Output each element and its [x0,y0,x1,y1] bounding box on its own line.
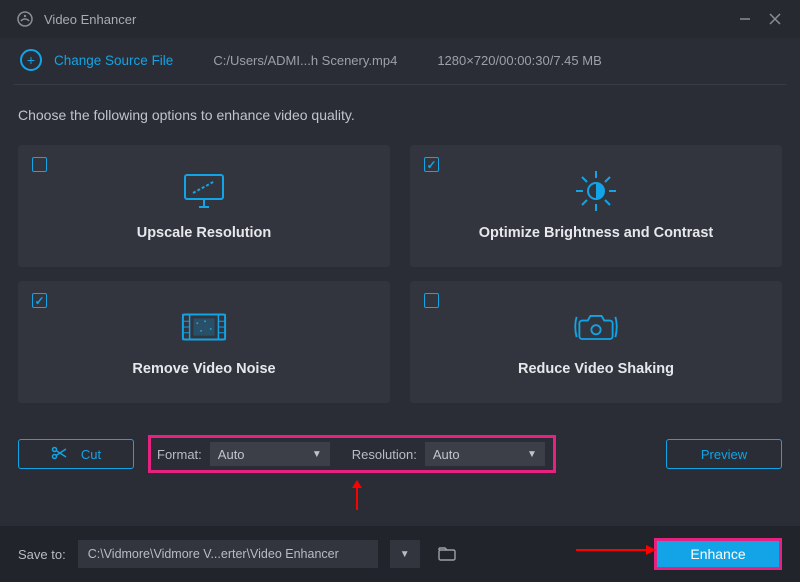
enhance-label: Enhance [690,546,745,562]
resolution-label: Resolution: [352,447,417,462]
card-label: Upscale Resolution [137,225,272,241]
resolution-select[interactable]: Auto ▼ [425,442,545,466]
checkbox-upscale[interactable] [32,157,47,172]
camera-shake-icon [572,307,620,347]
preview-button[interactable]: Preview [666,439,782,469]
format-select[interactable]: Auto ▼ [210,442,330,466]
card-reduce-shaking[interactable]: Reduce Video Shaking [410,281,782,403]
scissors-icon [51,446,67,463]
preview-label: Preview [701,447,747,462]
card-brightness-contrast[interactable]: Optimize Brightness and Contrast [410,145,782,267]
resolution-value: Auto [433,447,460,462]
monitor-icon [180,171,228,211]
save-path-value: C:\Vidmore\Vidmore V...erter\Video Enhan… [88,547,339,561]
chevron-down-icon: ▼ [400,549,410,560]
app-icon [16,10,34,28]
annotation-arrow-1 [350,480,364,510]
content-area: Choose the following options to enhance … [0,85,800,413]
cut-button[interactable]: Cut [18,439,134,469]
browse-folder-button[interactable] [432,540,462,568]
source-file-info: 1280×720/00:00:30/7.45 MB [437,53,601,68]
close-button[interactable] [760,4,790,34]
checkbox-brightness[interactable] [424,157,439,172]
controls-row: Cut Format: Auto ▼ Resolution: Auto ▼ Pr… [0,413,800,479]
format-resolution-highlight: Format: Auto ▼ Resolution: Auto ▼ [148,435,556,473]
folder-icon [438,547,456,561]
format-label: Format: [157,447,202,462]
checkbox-shaking[interactable] [424,293,439,308]
add-icon: + [20,49,42,71]
save-path-dropdown[interactable]: ▼ [390,540,420,568]
change-source-label: Change Source File [54,53,173,68]
app-title: Video Enhancer [44,12,136,27]
format-value: Auto [218,447,245,462]
option-grid: Upscale Resolution [18,145,782,403]
minimize-button[interactable] [730,4,760,34]
card-remove-noise[interactable]: Remove Video Noise [18,281,390,403]
save-path-input[interactable]: C:\Vidmore\Vidmore V...erter\Video Enhan… [78,540,378,568]
source-file-path: C:/Users/ADMI...h Scenery.mp4 [213,53,397,68]
checkbox-noise[interactable] [32,293,47,308]
card-label: Remove Video Noise [132,361,275,377]
source-toolbar: + Change Source File C:/Users/ADMI...h S… [0,38,800,82]
instruction-text: Choose the following options to enhance … [18,107,782,123]
enhance-button[interactable]: Enhance [654,538,782,570]
cut-label: Cut [81,447,101,462]
card-label: Reduce Video Shaking [518,361,674,377]
change-source-file-button[interactable]: + Change Source File [20,49,173,71]
title-bar: Video Enhancer [0,0,800,38]
card-label: Optimize Brightness and Contrast [479,225,713,241]
sun-icon [572,171,620,211]
chevron-down-icon: ▼ [527,449,537,460]
chevron-down-icon: ▼ [312,449,322,460]
card-upscale-resolution[interactable]: Upscale Resolution [18,145,390,267]
film-icon [180,307,228,347]
save-to-label: Save to: [18,547,66,562]
footer: Save to: C:\Vidmore\Vidmore V...erter\Vi… [0,526,800,582]
